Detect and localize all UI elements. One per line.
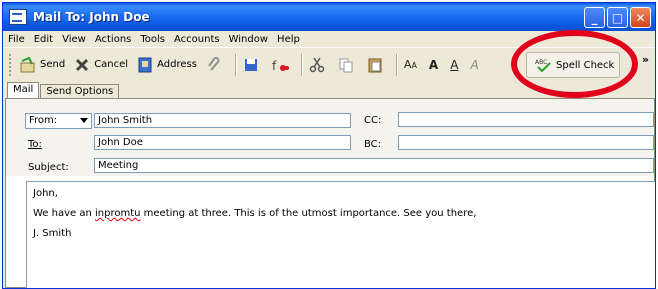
paste-icon (367, 57, 383, 73)
cut-button[interactable] (309, 57, 329, 73)
priority-icon: f (272, 57, 289, 73)
cc-field[interactable] (398, 112, 654, 127)
priority-button[interactable]: f (272, 57, 292, 73)
menu-accounts[interactable]: Accounts (174, 34, 220, 45)
menu-window[interactable]: Window (229, 34, 268, 45)
cancel-label: Cancel (94, 59, 129, 70)
maximize-icon: □ (611, 10, 624, 25)
copy-button[interactable] (338, 57, 358, 73)
message-body[interactable]: John, We have an inpromtu meeting at thr… (26, 181, 655, 288)
minimize-icon: _ (591, 10, 598, 25)
scissors-icon (309, 57, 325, 73)
paperclip-icon (206, 56, 222, 73)
menu-bar: File Edit View Actions Tools Accounts Wi… (3, 31, 655, 47)
cancel-icon (74, 57, 90, 73)
cancel-button[interactable]: Cancel (74, 57, 128, 73)
mail-app-icon (9, 9, 27, 25)
toolbar-separator (300, 53, 303, 76)
window-title: Mail To: John Doe (33, 10, 150, 24)
font-size-icon[interactable]: AA (404, 58, 417, 71)
toolbar-separator (234, 53, 237, 76)
menu-actions[interactable]: Actions (95, 34, 132, 45)
menu-tools[interactable]: Tools (140, 34, 165, 45)
close-button[interactable]: ✕ (630, 7, 651, 28)
address-label: Address (157, 59, 197, 70)
tab-mail[interactable]: Mail (7, 82, 40, 99)
body-signature: J. Smith (33, 228, 72, 239)
from-select-label: From: (29, 115, 58, 126)
body-text-before: We have an (33, 208, 95, 219)
misspelled-word[interactable]: inpromtu (95, 208, 140, 219)
bc-label: BC: (364, 139, 382, 150)
body-greeting: John, (33, 188, 58, 199)
menu-edit[interactable]: Edit (34, 34, 53, 45)
minimize-button[interactable]: _ (584, 7, 605, 28)
svg-text:f: f (272, 59, 277, 73)
italic-icon[interactable]: A (470, 58, 478, 72)
toolbar-separator (395, 53, 398, 76)
spell-check-button[interactable]: ABC Spell Check (526, 52, 620, 78)
subject-field[interactable]: Meeting (94, 158, 654, 173)
subject-label: Subject: (28, 162, 69, 173)
tab-strip: Mail Send Options (7, 81, 120, 101)
menu-file[interactable]: File (8, 34, 25, 45)
spell-check-label: Spell Check (556, 59, 615, 71)
chevron-down-icon (80, 118, 88, 123)
from-field[interactable]: John Smith (94, 113, 351, 128)
title-bar[interactable]: Mail To: John Doe _ □ ✕ (3, 3, 655, 31)
bold-icon[interactable]: A (429, 58, 438, 72)
to-label-text: To: (28, 139, 42, 150)
more-tools-icon[interactable]: » (642, 53, 649, 66)
toolbar: Send Cancel Address f AA A A A ABC Spell… (3, 47, 655, 81)
attach-button[interactable] (206, 56, 226, 73)
address-book-icon (137, 57, 153, 73)
body-paragraph: We have an inpromtu meeting at three. Th… (33, 208, 652, 219)
toolbar-grip[interactable] (9, 53, 14, 76)
save-button[interactable] (243, 57, 263, 73)
send-icon (20, 56, 36, 73)
paste-button[interactable] (367, 57, 387, 73)
to-label: To: (28, 139, 42, 150)
close-icon: ✕ (635, 10, 646, 25)
svg-text:ABC: ABC (535, 59, 547, 66)
send-label: Send (40, 59, 66, 70)
body-text-after: meeting at three. This is of the utmost … (140, 208, 477, 219)
menu-help[interactable]: Help (277, 34, 300, 45)
from-dropdown[interactable]: From: (25, 113, 92, 129)
underline-icon[interactable]: A (450, 58, 458, 72)
address-button[interactable]: Address (137, 57, 197, 73)
maximize-button[interactable]: □ (607, 7, 628, 28)
send-button[interactable]: Send (20, 56, 66, 73)
copy-icon (338, 57, 354, 73)
spell-check-icon: ABC (535, 57, 553, 73)
bc-field[interactable] (398, 135, 654, 150)
mail-window: Mail To: John Doe _ □ ✕ File Edit View A… (2, 2, 656, 289)
to-field[interactable]: John Doe (94, 135, 351, 150)
save-icon (243, 57, 259, 73)
cc-label: CC: (364, 115, 382, 126)
menu-view[interactable]: View (62, 34, 86, 45)
